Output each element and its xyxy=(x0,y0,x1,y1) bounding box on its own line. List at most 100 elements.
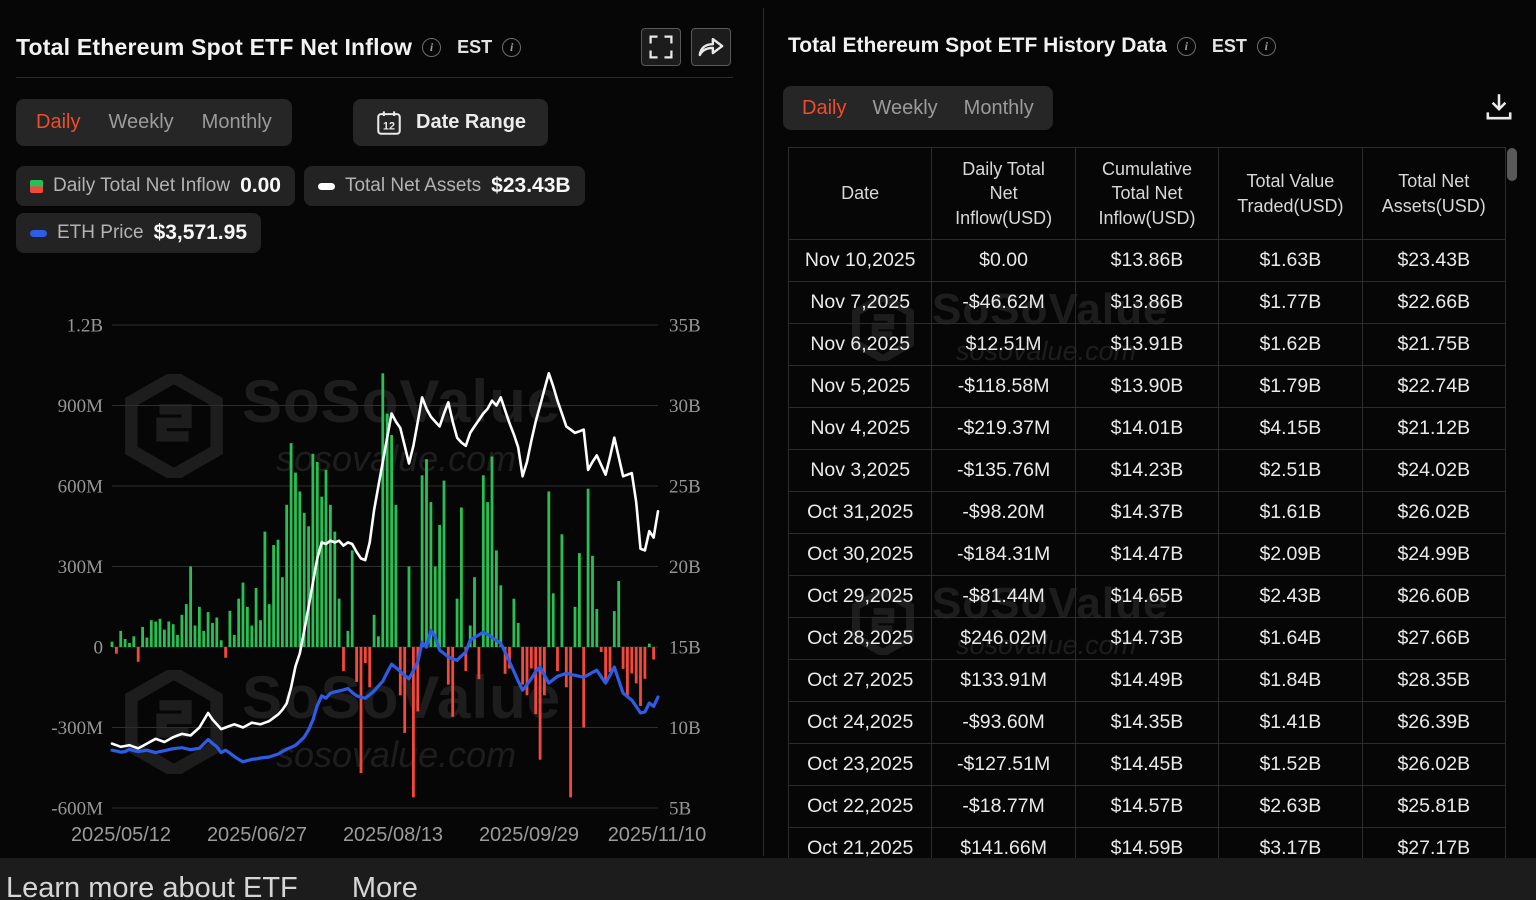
cell-traded: $1.41B xyxy=(1218,701,1363,744)
cell-assets: $26.02B xyxy=(1361,491,1507,534)
legend-daily-net-inflow[interactable]: Daily Total Net Inflow 0.00 xyxy=(16,166,295,206)
table-row: Oct 27,2025 $133.91M $14.49B $1.84B $28.35B xyxy=(787,659,1507,702)
info-icon[interactable] xyxy=(422,37,442,57)
cell-date: Oct 24,2025 xyxy=(787,701,933,744)
page: Total Ethereum Spot ETF Net Inflow EST D… xyxy=(0,0,1536,900)
table-scrollbar-thumb[interactable] xyxy=(1507,148,1517,181)
cell-traded: $2.51B xyxy=(1218,449,1363,492)
cell-cumulative: $13.86B xyxy=(1074,281,1220,324)
cell-cumulative: $14.73B xyxy=(1074,617,1220,660)
cell-inflow: $246.02M xyxy=(931,617,1076,660)
svg-text:35B: 35B xyxy=(669,316,701,337)
cell-assets: $21.12B xyxy=(1361,407,1507,450)
svg-text:10B: 10B xyxy=(669,718,701,739)
cell-traded: $1.61B xyxy=(1218,491,1363,534)
cell-date: Nov 5,2025 xyxy=(787,365,933,408)
svg-text:2025/08/13: 2025/08/13 xyxy=(343,824,443,846)
cell-cumulative: $14.35B xyxy=(1074,701,1220,744)
timezone-label: EST xyxy=(457,36,493,57)
table-tab-daily[interactable]: Daily xyxy=(802,97,846,120)
download-icon xyxy=(1486,93,1512,119)
table-row: Oct 30,2025 -$184.31M $14.47B $2.09B $24.99B xyxy=(787,533,1507,576)
panel-divider xyxy=(763,8,764,856)
cell-inflow: -$184.31M xyxy=(931,533,1076,576)
table-row: Nov 5,2025 -$118.58M $13.90B $1.79B $22.74B xyxy=(787,365,1507,408)
history-data-panel: Total Ethereum Spot ETF History Data EST… xyxy=(783,0,1536,858)
cell-assets: $26.60B xyxy=(1361,575,1507,618)
table-row: Oct 23,2025 -$127.51M $14.45B $1.52B $26.02B xyxy=(787,743,1507,786)
column-header: Daily Total Net Inflow(USD) xyxy=(931,147,1076,240)
svg-text:-600M: -600M xyxy=(51,799,103,820)
svg-text:2025/06/27: 2025/06/27 xyxy=(207,824,307,846)
cell-assets: $24.99B xyxy=(1361,533,1507,576)
table-row: Oct 31,2025 -$98.20M $14.37B $1.61B $26.02B xyxy=(787,491,1507,534)
tab-weekly[interactable]: Weekly xyxy=(108,111,173,134)
info-icon[interactable] xyxy=(1256,36,1276,56)
cell-cumulative: $14.23B xyxy=(1074,449,1220,492)
cell-cumulative: $14.47B xyxy=(1074,533,1220,576)
column-header: Total Value Traded(USD) xyxy=(1218,147,1363,240)
cell-date: Nov 4,2025 xyxy=(787,407,933,450)
cell-date: Nov 3,2025 xyxy=(787,449,933,492)
cell-assets: $22.66B xyxy=(1361,281,1507,324)
learn-more-link[interactable]: Learn more about ETF xyxy=(6,872,298,900)
cell-inflow: $141.66M xyxy=(931,827,1076,858)
fullscreen-button[interactable] xyxy=(641,28,681,66)
fullscreen-icon xyxy=(649,35,673,59)
info-icon[interactable] xyxy=(1176,36,1196,56)
cell-assets: $23.43B xyxy=(1361,239,1507,282)
cell-cumulative: $13.86B xyxy=(1074,239,1220,282)
svg-text:300M: 300M xyxy=(58,557,104,578)
more-link[interactable]: More xyxy=(352,872,418,900)
table-row: Oct 29,2025 -$81.44M $14.65B $2.43B $26.60B xyxy=(787,575,1507,618)
page-title: Total Ethereum Spot ETF Net Inflow xyxy=(16,33,413,60)
cell-assets: $22.74B xyxy=(1361,365,1507,408)
download-button[interactable] xyxy=(1481,90,1517,126)
svg-text:25B: 25B xyxy=(669,477,701,498)
svg-text:2025/05/12: 2025/05/12 xyxy=(71,824,171,846)
cell-cumulative: $13.91B xyxy=(1074,323,1220,366)
cell-date: Nov 10,2025 xyxy=(787,239,933,282)
svg-text:15B: 15B xyxy=(669,638,701,659)
date-range-button[interactable]: 12 Date Range xyxy=(353,99,549,146)
calendar-icon: 12 xyxy=(377,110,401,135)
table-row: Oct 24,2025 -$93.60M $14.35B $1.41B $26.39B xyxy=(787,701,1507,744)
cell-inflow: -$46.62M xyxy=(931,281,1076,324)
cell-inflow: -$81.44M xyxy=(931,575,1076,618)
cell-date: Oct 27,2025 xyxy=(787,659,933,702)
cell-date: Oct 31,2025 xyxy=(787,491,933,534)
cell-inflow: $12.51M xyxy=(931,323,1076,366)
table-tab-monthly[interactable]: Monthly xyxy=(964,97,1034,120)
legend-total-net-assets[interactable]: Total Net Assets $23.43B xyxy=(303,166,585,206)
cell-cumulative: $14.45B xyxy=(1074,743,1220,786)
info-icon[interactable] xyxy=(502,37,522,57)
cell-inflow: -$98.20M xyxy=(931,491,1076,534)
history-table: Date Daily Total Net Inflow(USD) Cumulativ… xyxy=(787,147,1507,858)
right-panel-header: Total Ethereum Spot ETF History Data EST xyxy=(788,34,1276,58)
svg-text:900M: 900M xyxy=(58,396,104,417)
cell-inflow: -$127.51M xyxy=(931,743,1076,786)
share-button[interactable] xyxy=(691,28,731,66)
svg-text:12: 12 xyxy=(383,120,395,132)
net-assets-line xyxy=(110,371,660,750)
gridlines xyxy=(112,324,658,809)
timezone-label: EST xyxy=(1211,35,1247,56)
cell-inflow: -$135.76M xyxy=(931,449,1076,492)
column-header: Cumulative Total Net Inflow(USD) xyxy=(1074,147,1220,240)
cell-assets: $27.66B xyxy=(1361,617,1507,660)
cell-cumulative: $14.49B xyxy=(1074,659,1220,702)
table-title: Total Ethereum Spot ETF History Data xyxy=(788,34,1167,57)
svg-text:600M: 600M xyxy=(58,477,104,498)
cell-traded: $1.62B xyxy=(1218,323,1363,366)
column-header: Date xyxy=(787,147,933,240)
tab-monthly[interactable]: Monthly xyxy=(202,111,272,134)
legend-eth-price[interactable]: ETH Price $3,571.95 xyxy=(16,213,262,253)
table-tab-weekly[interactable]: Weekly xyxy=(872,97,937,120)
table-period-tabs: Daily Weekly Monthly xyxy=(783,86,1053,130)
tab-daily[interactable]: Daily xyxy=(36,111,80,134)
table-row: Oct 21,2025 $141.66M $14.59B $3.17B $27.17B xyxy=(787,827,1507,858)
cell-traded: $3.17B xyxy=(1218,827,1363,858)
cell-traded: $2.63B xyxy=(1218,785,1363,828)
svg-text:5B: 5B xyxy=(669,799,691,820)
left-panel-header: Total Ethereum Spot ETF Net Inflow EST xyxy=(16,26,731,68)
